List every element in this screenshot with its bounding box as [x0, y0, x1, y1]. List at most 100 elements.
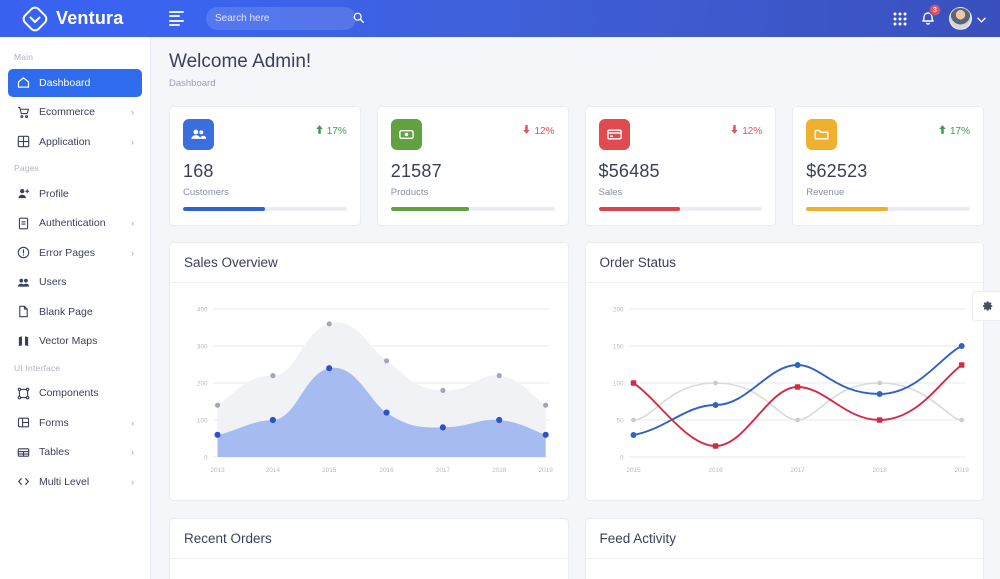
sales-overview-chart[interactable]: 400 300 200 100 0 2013 2014 2015 2016 20… [176, 291, 562, 496]
dashboard-page: Ventura Search here 3 Main Dashboard Eco… [0, 0, 1000, 579]
sidebar-section-label-main: Main [14, 52, 34, 62]
users-icon [16, 275, 30, 289]
panel-body: 400 300 200 100 0 2013 2014 2015 2016 20… [170, 283, 568, 500]
sidebar-item-blank-page[interactable]: Blank Page [8, 298, 142, 326]
hamburger-menu-icon[interactable] [169, 10, 184, 27]
sidebar-item-profile[interactable]: Profile [8, 180, 142, 208]
stat-value: 21587 [390, 161, 442, 181]
sales-card-icon [598, 119, 630, 150]
search-input[interactable] [215, 13, 347, 24]
data-point [630, 417, 636, 423]
svg-text:2013: 2013 [210, 467, 225, 474]
svg-text:2019: 2019 [954, 467, 969, 474]
data-point [794, 417, 800, 423]
sidebar-chevron: › [131, 136, 134, 147]
svg-text:400: 400 [197, 306, 208, 313]
arrow-up-icon [938, 124, 947, 138]
data-point [794, 384, 800, 390]
map-icon [16, 334, 30, 348]
sidebar-item-users[interactable]: Users [8, 268, 142, 296]
sidebar-item-vector-maps[interactable]: Vector Maps [8, 327, 142, 355]
brand-logo[interactable]: Ventura [0, 6, 151, 32]
svg-text:0: 0 [204, 454, 208, 461]
grid-apps-icon[interactable] [893, 12, 907, 26]
stat-progress-bar [806, 207, 970, 211]
sidebar-item-dashboard[interactable]: Dashboard [8, 68, 142, 97]
arrow-down-icon [522, 124, 531, 138]
user-profile-menu[interactable] [949, 7, 986, 30]
sidebar-item-ecommerce[interactable]: Ecommerce › [8, 98, 142, 126]
stat-progress-bar [390, 207, 555, 211]
svg-text:100: 100 [612, 380, 623, 387]
sidebar-item-tables[interactable]: Tables › [8, 438, 142, 466]
sidebar-item-error-pages[interactable]: Error Pages › [8, 239, 142, 267]
svg-text:2016: 2016 [379, 467, 394, 474]
alert-circle-icon [16, 246, 30, 260]
search-icon[interactable] [353, 10, 364, 28]
data-point [383, 358, 390, 364]
data-point [214, 431, 221, 438]
panel-sales-overview: Sales Overview 400 300 200 100 0 2013 20… [169, 242, 569, 501]
svg-text:0: 0 [620, 454, 624, 461]
sidebar-chevron: › [131, 476, 134, 487]
stat-card-revenue[interactable]: 17% $62523 Revenue [792, 106, 984, 226]
sidebar-item-application[interactable]: Application › [8, 128, 142, 156]
data-point [876, 417, 882, 423]
panel-recent-orders: Recent Orders [169, 518, 569, 579]
bell-notification-icon[interactable]: 3 [921, 4, 941, 26]
data-point [794, 362, 801, 368]
sidebar-item-label: Components [39, 387, 99, 399]
panel-feed-activity: Feed Activity [584, 518, 984, 579]
products-money-icon [390, 119, 422, 150]
home-icon [16, 76, 30, 90]
sidebar-item-label: Ecommerce [39, 106, 96, 118]
sidebar-item-components[interactable]: Components [8, 379, 142, 407]
search-box[interactable] [206, 7, 364, 30]
stat-label: Products [390, 187, 429, 198]
svg-text:300: 300 [197, 343, 208, 350]
stat-card-sales[interactable]: 12% $56485 Sales [584, 106, 777, 226]
panel-header: Feed Activity [585, 519, 983, 559]
breadcrumb: Dashboard [169, 78, 216, 89]
stat-trend-value: 17% [949, 125, 970, 137]
sidebar-item-label: Authentication [39, 217, 106, 229]
sidebar-item-label: Blank Page [39, 305, 93, 318]
panel-title: Feed Activity [599, 531, 677, 546]
order-status-chart[interactable]: 200 150 100 50 0 2015 2016 2017 2018 201… [592, 291, 978, 496]
page-icon [16, 305, 30, 319]
sidebar-item-label: Profile [39, 187, 69, 200]
svg-text:2019: 2019 [539, 467, 554, 474]
sidebar-item-label: Vector Maps [39, 335, 98, 347]
svg-text:2017: 2017 [790, 467, 805, 474]
order-red-line [632, 364, 962, 447]
data-point [958, 362, 964, 368]
user-plus-icon [16, 187, 30, 201]
data-point [440, 387, 446, 393]
data-point [269, 416, 276, 424]
diamond-logo-icon [22, 6, 48, 32]
sidebar-item-forms[interactable]: Forms › [8, 409, 142, 437]
stat-card-customers[interactable]: 17% 168 Customers [169, 106, 361, 226]
stat-value: $62523 [806, 161, 868, 181]
sidebar-section-label-ui-interface: UI Interface [14, 362, 61, 373]
data-point [630, 380, 636, 386]
panel-body [170, 559, 568, 579]
stat-card-products[interactable]: 12% 21587 Products [376, 106, 569, 226]
revenue-folder-icon [806, 119, 838, 150]
document-icon [16, 216, 30, 230]
data-point [383, 409, 390, 416]
stat-cards-row: 17% 168 Customers 12% 21587 Products 12%… [169, 106, 984, 226]
data-point [326, 321, 332, 327]
data-point [876, 391, 883, 397]
user-avatar [949, 7, 972, 30]
chevron-down-icon[interactable] [977, 10, 986, 28]
stat-label: Revenue [806, 187, 845, 198]
sidebar-item-multi-level[interactable]: Multi Level › [8, 468, 142, 496]
gear-settings-icon[interactable] [972, 291, 1000, 321]
data-point [958, 417, 964, 423]
top-header-bar: Ventura Search here 3 [0, 0, 1000, 37]
table-icon [16, 445, 30, 459]
svg-text:100: 100 [197, 417, 208, 424]
sidebar-item-authentication[interactable]: Authentication › [8, 209, 142, 237]
stat-progress-bar [598, 207, 763, 211]
